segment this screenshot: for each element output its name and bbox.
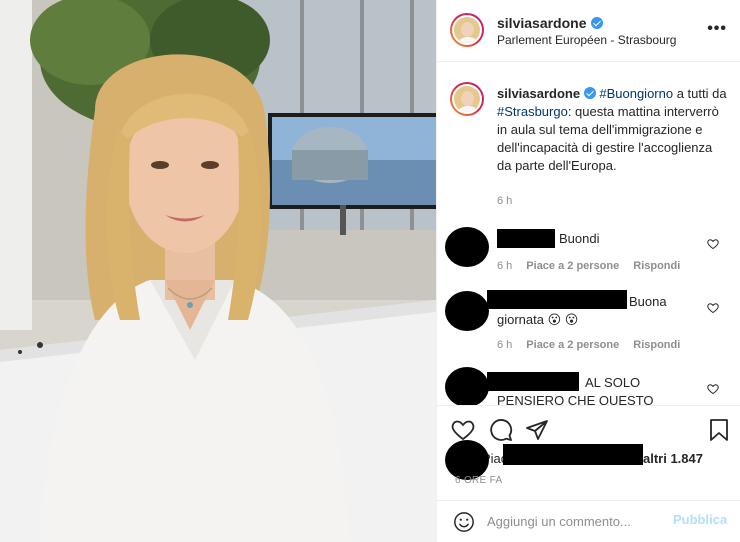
post-actions: Piace altri 1.847 6 ORE FA (437, 405, 740, 515)
redacted-liker (503, 444, 643, 465)
caption-avatar[interactable] (450, 82, 484, 116)
comment-text-line1: Buona (629, 294, 667, 309)
comment-reply-button[interactable]: Rispondi (633, 260, 680, 272)
post-location[interactable]: Parlement Européen - Strasbourg (497, 33, 676, 47)
post-timestamp[interactable]: 6 ORE FA (455, 475, 502, 486)
post-photo[interactable] (0, 0, 436, 542)
comment-timestamp[interactable]: 6 h (497, 339, 512, 351)
hashtag-strasburgo[interactable]: #Strasburgo (497, 104, 568, 119)
comment-likes-count[interactable]: Piace a 2 persone (526, 339, 619, 351)
redacted-liker-avatar (445, 440, 489, 480)
comment-icon[interactable] (489, 418, 513, 442)
author-username-line: silviasardone (497, 15, 603, 31)
author-avatar[interactable] (450, 13, 484, 47)
redacted-username (487, 290, 627, 309)
comment-text-line2: PENSIERO CHE QUESTO (497, 393, 654, 405)
bookmark-icon[interactable] (707, 418, 731, 442)
comment-timestamp[interactable]: 6 h (497, 260, 512, 272)
comment-input[interactable] (487, 509, 667, 533)
redacted-username (487, 372, 579, 391)
comment-like-heart-icon[interactable] (707, 237, 719, 250)
post-sidebar: silviasardone Parlement Européen - Stras… (436, 0, 740, 542)
caption-username[interactable]: silviasardone (497, 86, 580, 101)
comment-like-heart-icon[interactable] (707, 382, 719, 395)
publish-button[interactable]: Pubblica (673, 512, 727, 527)
post-header: silviasardone Parlement Européen - Stras… (437, 0, 740, 62)
redacted-avatar (445, 291, 489, 331)
comment-reply-button[interactable]: Rispondi (633, 339, 680, 351)
comments-list[interactable]: silviasardone #Buongiorno a tutti da #St… (437, 63, 740, 405)
caption-timestamp[interactable]: 6 h (497, 195, 512, 207)
redacted-avatar (445, 367, 489, 405)
smiley-icon[interactable] (453, 511, 475, 533)
add-comment-bar: Pubblica (437, 500, 740, 542)
comment-text-line2: giornata 😮 😮 (497, 312, 579, 327)
author-username[interactable]: silviasardone (497, 15, 587, 31)
comment-meta: 6 h Piace a 2 persone Rispondi (497, 260, 680, 272)
paper-plane-icon[interactable] (525, 418, 549, 442)
more-horizontal-icon[interactable]: ••• (707, 20, 727, 38)
verified-badge-icon (590, 17, 603, 29)
caption-text: silviasardone #Buongiorno a tutti da #St… (497, 85, 727, 175)
caption-verified-badge-icon (583, 87, 596, 99)
caption-body-1: a tutti da (673, 86, 727, 101)
hashtag-buongiorno[interactable]: #Buongiorno (599, 86, 673, 101)
comment-likes-count[interactable]: Piace a 2 persone (526, 260, 619, 272)
heart-icon[interactable] (451, 418, 475, 442)
comment-like-heart-icon[interactable] (707, 301, 719, 314)
redacted-avatar (445, 227, 489, 267)
likes-count[interactable]: altri 1.847 (643, 451, 703, 466)
photo-illustration (0, 0, 436, 542)
redacted-username (497, 229, 555, 248)
comment-meta: 6 h Piace a 2 persone Rispondi (497, 339, 680, 351)
